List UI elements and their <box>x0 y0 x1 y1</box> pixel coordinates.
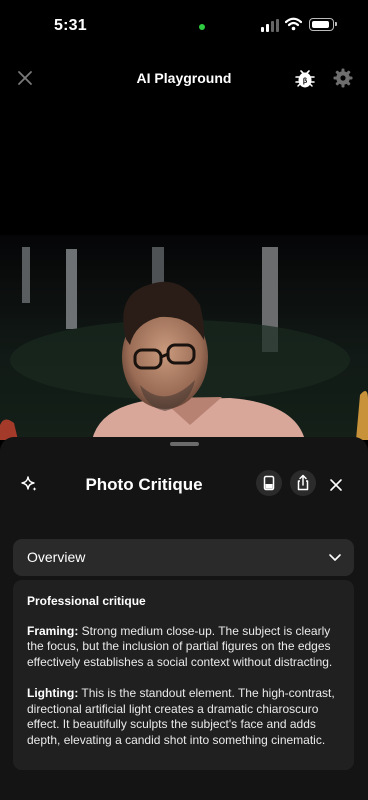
sheet-title: Photo Critique <box>85 475 203 494</box>
critique-label: Lighting: <box>27 686 79 700</box>
camera-indicator-dot <box>199 24 205 30</box>
share-icon <box>297 474 309 491</box>
gear-icon[interactable] <box>333 68 353 88</box>
wifi-icon <box>285 17 302 31</box>
top-nav: AI Playground β <box>0 60 368 96</box>
status-time: 5:31 <box>54 17 87 34</box>
cellular-signal-icon <box>261 19 279 32</box>
photo-preview[interactable] <box>0 235 368 440</box>
critique-paragraph-framing: Framing: Strong medium close-up. The sub… <box>27 624 343 671</box>
battery-level <box>311 20 329 28</box>
critique-card[interactable]: Professional critique Framing: Strong me… <box>13 580 354 770</box>
bug-icon[interactable]: β <box>295 67 315 89</box>
overview-dropdown[interactable]: Overview <box>13 539 354 576</box>
critique-paragraph-lighting: Lighting: This is the standout element. … <box>27 686 343 748</box>
scroll-fade <box>13 744 354 770</box>
share-button[interactable] <box>290 470 316 496</box>
overview-label: Overview <box>27 549 86 565</box>
battery-icon <box>309 18 337 31</box>
phone-frame-icon <box>263 475 275 491</box>
critique-label: Framing: <box>27 623 79 638</box>
close-icon[interactable] <box>327 476 345 494</box>
sheet-grabber[interactable] <box>170 442 199 446</box>
svg-text:β: β <box>303 78 308 85</box>
status-bar: 5:31 <box>0 0 368 52</box>
phone-frame-button[interactable] <box>256 470 282 496</box>
photo-image <box>0 247 368 440</box>
critique-heading: Professional critique <box>27 594 146 608</box>
critique-sheet: Photo Critique Overview Professional cri… <box>0 437 368 800</box>
chevron-down-icon <box>329 554 341 561</box>
